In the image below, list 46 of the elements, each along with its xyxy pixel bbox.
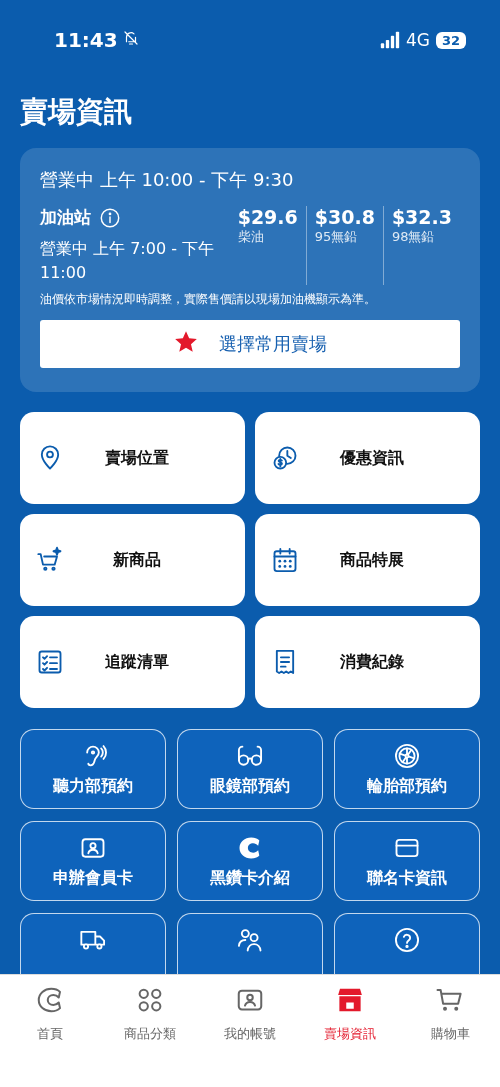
favorite-store-button[interactable]: 選擇常用賣場 (40, 320, 460, 368)
people-icon (236, 926, 264, 954)
service-button[interactable]: 眼鏡部預約 (177, 729, 323, 809)
service-button[interactable]: 輪胎部預約 (334, 729, 480, 809)
price-note: 油價依市場情況即時調整，實際售價請以現場加油機顯示為準。 (40, 291, 377, 308)
calendar-icon (271, 546, 299, 574)
tab-bar-item[interactable]: 首頁 (0, 975, 100, 1087)
coin-clock-icon (271, 444, 299, 472)
signal-icon (379, 30, 400, 50)
feature-card[interactable]: 賣場位置 (20, 412, 245, 504)
fuel-type: 柴油 (237, 228, 265, 246)
feature-card[interactable]: 優惠資訊 (255, 412, 480, 504)
service-button[interactable]: 聯名卡資訊 (334, 821, 480, 901)
question-icon (393, 926, 421, 954)
fuel-type: 98無鉛 (391, 228, 436, 246)
feature-card[interactable]: 消費紀錄 (255, 616, 480, 708)
service-button[interactable]: 申辦會員卡 (20, 821, 166, 901)
info-button[interactable] (99, 206, 121, 229)
fuel-price: $29.6 (237, 206, 298, 228)
tab-bar-item[interactable]: 商品分類 (100, 975, 200, 1087)
feature-card[interactable]: 商品特展 (255, 514, 480, 606)
tire-icon (393, 742, 421, 770)
service-button[interactable] (177, 913, 323, 974)
status-time: 11:43 (54, 28, 118, 52)
battery-level: 32 (435, 31, 466, 49)
feature-card[interactable]: 追蹤清單 (20, 616, 245, 708)
network-label: 4G (405, 30, 430, 50)
store-hours: 營業中 上午 10:00 - 下午 9:30 (40, 168, 295, 192)
page-title: 賣場資訊 (20, 94, 133, 130)
cart-sparkle-icon (36, 546, 64, 574)
gas-station-label: 加油站 (40, 206, 91, 229)
fuel-price: $30.8 (314, 206, 375, 228)
service-button[interactable]: 黑鑽卡介紹 (177, 821, 323, 901)
feature-card[interactable]: 新商品 (20, 514, 245, 606)
service-button[interactable] (20, 913, 166, 974)
fuel-price: $32.3 (391, 206, 452, 228)
tab-bar-item[interactable]: 我的帳號 (200, 975, 300, 1087)
service-button[interactable] (334, 913, 480, 974)
service-button[interactable]: 聽力部預約 (20, 729, 166, 809)
tab-bar-item[interactable]: 購物車 (400, 975, 500, 1087)
info-icon (99, 206, 121, 229)
tab-bar-item[interactable]: 賣場資訊 (300, 975, 400, 1087)
star-icon (173, 329, 199, 355)
gas-station-hours: 營業中 上午 7:00 - 下午 11:00 (40, 238, 216, 284)
fuel-type: 95無鉛 (314, 228, 359, 246)
checklist-icon (36, 648, 64, 676)
